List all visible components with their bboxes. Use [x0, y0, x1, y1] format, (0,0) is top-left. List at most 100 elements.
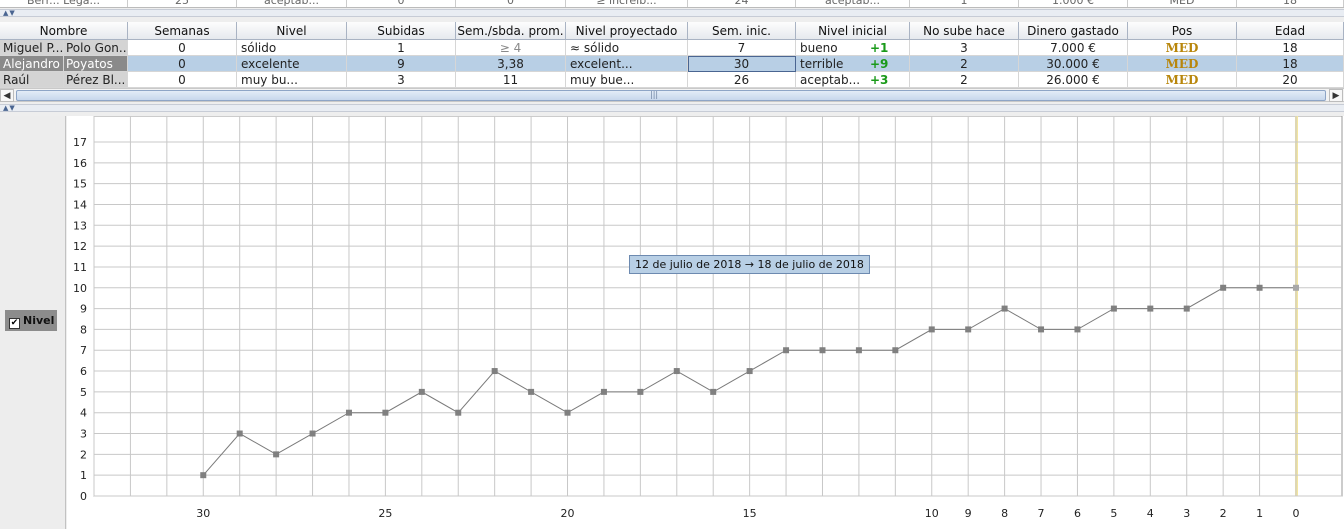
data-point[interactable]: [710, 388, 717, 395]
table-cell[interactable]: 0: [128, 40, 237, 56]
data-point[interactable]: [382, 409, 389, 416]
column-header[interactable]: Dinero gastado: [1019, 22, 1128, 40]
data-point[interactable]: [1183, 305, 1190, 312]
data-point[interactable]: [1256, 284, 1263, 291]
data-point[interactable]: [418, 388, 425, 395]
scroll-right-icon[interactable]: ▶: [1329, 89, 1343, 102]
data-point[interactable]: [928, 326, 935, 333]
table-row[interactable]: Alejandro Poyatos 0 excelente 9 3,38 excelent.…: [0, 56, 1344, 72]
data-point[interactable]: [855, 347, 862, 354]
data-point[interactable]: [1220, 284, 1227, 291]
data-point[interactable]: [965, 326, 972, 333]
table-cell: 0: [456, 0, 566, 7]
data-point[interactable]: [746, 368, 753, 375]
column-header[interactable]: Pos: [1128, 22, 1237, 40]
data-point[interactable]: [564, 409, 571, 416]
player-last-name[interactable]: Polo Gon...: [64, 40, 128, 56]
scroll-thumb[interactable]: [16, 90, 1326, 101]
player-first-name[interactable]: Raúl: [0, 72, 64, 88]
table-cell[interactable]: 26: [688, 72, 796, 88]
column-header[interactable]: Nivel proyectado: [566, 22, 688, 40]
checkbox-icon[interactable]: ✔: [9, 318, 20, 329]
table-cell[interactable]: 0: [128, 72, 237, 88]
table-row[interactable]: Raúl Pérez Bl... 0 muy bu... 3 11 muy bue... 26…: [0, 72, 1344, 88]
splitter-arrows-icon[interactable]: ▲▼: [3, 104, 16, 112]
initial-level-cell[interactable]: bueno +1: [796, 40, 910, 56]
data-point[interactable]: [309, 430, 316, 437]
table-cell[interactable]: 7: [688, 40, 796, 56]
column-header[interactable]: Subidas: [347, 22, 456, 40]
column-header[interactable]: Semanas: [128, 22, 237, 40]
table-cell[interactable]: 18: [1237, 56, 1344, 72]
column-header[interactable]: Nivel: [237, 22, 347, 40]
splitter-arrows-icon[interactable]: ▲▼: [3, 9, 16, 17]
scroll-left-icon[interactable]: ◀: [0, 89, 14, 102]
initial-level-text: aceptab...: [800, 73, 861, 87]
column-header[interactable]: Edad: [1237, 22, 1344, 40]
table-cell[interactable]: 30: [688, 56, 796, 72]
table-cell[interactable]: 3: [910, 40, 1019, 56]
table-cell[interactable]: 7.000 €: [1019, 40, 1128, 56]
position-cell[interactable]: MED: [1128, 40, 1237, 56]
horizontal-scrollbar[interactable]: ◀ ||| ▶: [0, 88, 1344, 102]
table-cell[interactable]: 20: [1237, 72, 1344, 88]
table-cell[interactable]: excelent...: [566, 56, 688, 72]
data-point[interactable]: [1001, 305, 1008, 312]
initial-level-cell[interactable]: terrible +9: [796, 56, 910, 72]
partial-table-row[interactable]: Berr... Lega... 25 aceptab... 0 0 ≥ increíb..…: [0, 0, 1344, 8]
data-point[interactable]: [200, 472, 207, 479]
table-cell[interactable]: 11: [456, 72, 566, 88]
table-cell[interactable]: 26.000 €: [1019, 72, 1128, 88]
table-cell[interactable]: ≥ 4: [456, 40, 566, 56]
top-splitter[interactable]: ▲▼: [0, 9, 1344, 17]
data-point[interactable]: [783, 347, 790, 354]
initial-level-cell[interactable]: aceptab... +3: [796, 72, 910, 88]
data-point[interactable]: [528, 388, 535, 395]
data-point[interactable]: [1110, 305, 1117, 312]
data-point[interactable]: [1074, 326, 1081, 333]
series-toggle-nivel[interactable]: ✔ Nivel: [5, 310, 57, 331]
player-last-name[interactable]: Poyatos: [64, 56, 128, 72]
data-point[interactable]: [273, 451, 280, 458]
table-cell[interactable]: 0: [128, 56, 237, 72]
column-header[interactable]: Sem./sbda. prom.: [456, 22, 566, 40]
table-cell[interactable]: 18: [1237, 40, 1344, 56]
player-first-name[interactable]: Alejandro: [0, 56, 64, 72]
data-point[interactable]: [600, 388, 607, 395]
player-last-name[interactable]: Pérez Bl...: [64, 72, 128, 88]
data-point[interactable]: [1147, 305, 1154, 312]
data-point[interactable]: [345, 409, 352, 416]
data-point[interactable]: [1038, 326, 1045, 333]
column-header[interactable]: Nombre: [0, 22, 128, 40]
position-cell[interactable]: MED: [1128, 56, 1237, 72]
table-cell[interactable]: 3,38: [456, 56, 566, 72]
x-tick-label: 9: [965, 507, 972, 520]
position-cell[interactable]: MED: [1128, 72, 1237, 88]
table-cell[interactable]: ≈ sólido: [566, 40, 688, 56]
table-cell[interactable]: muy bue...: [566, 72, 688, 88]
table-cell[interactable]: 3: [347, 72, 456, 88]
table-cell[interactable]: 30.000 €: [1019, 56, 1128, 72]
table-row[interactable]: Miguel P... Polo Gon... 0 sólido 1 ≥ 4 ≈ sólid…: [0, 40, 1344, 56]
table-cell[interactable]: excelente: [237, 56, 347, 72]
player-first-name[interactable]: Miguel P...: [0, 40, 64, 56]
data-point[interactable]: [236, 430, 243, 437]
table-cell[interactable]: 2: [910, 56, 1019, 72]
column-header[interactable]: No sube hace: [910, 22, 1019, 40]
data-point[interactable]: [637, 388, 644, 395]
table-cell[interactable]: 9: [347, 56, 456, 72]
column-header[interactable]: Sem. inic.: [688, 22, 796, 40]
x-tick-label: 7: [1038, 507, 1045, 520]
data-point[interactable]: [673, 368, 680, 375]
data-point[interactable]: [1293, 284, 1299, 291]
table-cell[interactable]: 1: [347, 40, 456, 56]
table-cell[interactable]: muy bu...: [237, 72, 347, 88]
data-point[interactable]: [455, 409, 462, 416]
column-header[interactable]: Nivel inicial: [796, 22, 910, 40]
data-point[interactable]: [491, 368, 498, 375]
table-cell[interactable]: 2: [910, 72, 1019, 88]
data-point[interactable]: [819, 347, 826, 354]
table-cell[interactable]: sólido: [237, 40, 347, 56]
bottom-splitter[interactable]: ▲▼: [0, 104, 1344, 112]
data-point[interactable]: [892, 347, 899, 354]
